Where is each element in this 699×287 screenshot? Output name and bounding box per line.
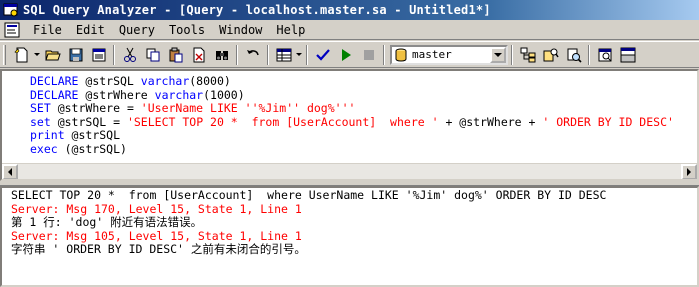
editor-horizontal-scrollbar[interactable] xyxy=(2,163,697,179)
toolbar: master xyxy=(0,41,699,68)
cut-icon[interactable] xyxy=(118,44,141,66)
sql-keyword: set xyxy=(30,114,58,129)
editor-line[interactable]: SET @strWhere = 'UserName LIKE ''%Jim'' … xyxy=(30,101,674,116)
messages-text: SELECT TOP 20 * from [UserAccount] where… xyxy=(11,188,607,257)
scrollbar-track[interactable] xyxy=(18,164,681,179)
object-search-icon[interactable] xyxy=(539,44,562,66)
save-icon[interactable] xyxy=(64,44,87,66)
message-line: 字符串 ' ORDER BY ID DESC' 之前有未闭合的引号。 xyxy=(11,242,306,257)
sql-keyword: exec xyxy=(30,141,65,156)
properties-icon[interactable] xyxy=(593,44,616,66)
database-icon xyxy=(395,48,407,62)
editor-line[interactable]: DECLARE @strSQL varchar(8000) xyxy=(30,74,674,89)
new-query-dropdown-arrow[interactable] xyxy=(33,44,41,66)
sql-text: @strSQL xyxy=(71,128,121,143)
results-pane[interactable]: SELECT TOP 20 * from [UserAccount] where… xyxy=(0,186,699,287)
message-line: SELECT TOP 20 * from [UserAccount] where… xyxy=(11,188,607,202)
sql-string: 'UserName LIKE ''%Jim'' dog%''' xyxy=(140,101,356,116)
execution-plan-icon[interactable] xyxy=(562,44,585,66)
menu-window[interactable]: Window xyxy=(212,21,269,39)
menu-query[interactable]: Query xyxy=(112,21,162,39)
document-window-icon[interactable] xyxy=(4,22,20,38)
editor-line[interactable]: set @strSQL = 'SELECT TOP 20 * from [Use… xyxy=(30,114,674,130)
execute-icon[interactable] xyxy=(334,44,357,66)
toolbar-separator xyxy=(588,44,590,65)
menu-edit[interactable]: Edit xyxy=(69,21,112,39)
sql-keyword: DECLARE xyxy=(30,87,86,102)
sql-text: @strWhere = xyxy=(57,101,141,116)
results-mode-icon[interactable] xyxy=(272,44,295,66)
menu-file[interactable]: File xyxy=(26,21,69,39)
sql-text: + @strWhere + xyxy=(438,114,543,129)
editor-line[interactable]: DECLARE @strWhere varchar(1000) xyxy=(30,87,674,103)
new-query-icon[interactable] xyxy=(10,44,33,66)
database-select-arrow[interactable] xyxy=(490,46,506,63)
copy-icon[interactable] xyxy=(141,44,164,66)
query-analyzer-app-icon[interactable] xyxy=(3,2,19,18)
sql-keyword: print xyxy=(30,128,72,143)
sql-keyword: varchar xyxy=(140,74,190,88)
sql-string: 'SELECT TOP 20 * from [UserAccount] wher… xyxy=(126,114,439,129)
toolbar-separator xyxy=(511,44,513,65)
sql-text: @strWhere xyxy=(85,87,155,102)
error-header-line: Server: Msg 105, Level 15, State 1, Line… xyxy=(11,228,302,243)
sql-keyword: varchar xyxy=(154,87,204,102)
insert-template-icon[interactable] xyxy=(87,44,110,66)
scroll-right-button[interactable] xyxy=(681,164,697,179)
query-text[interactable]: DECLARE @strSQL varchar(8000) DECLARE @st… xyxy=(30,74,674,157)
stop-icon[interactable] xyxy=(357,44,380,66)
query-editor[interactable]: DECLARE @strSQL varchar(8000) DECLARE @st… xyxy=(0,69,699,181)
error-header-line: Server: Msg 170, Level 15, State 1, Line… xyxy=(11,201,302,216)
message-line: 第 1 行: 'dog' 附近有语法错误。 xyxy=(11,215,203,230)
editor-line[interactable]: print @strSQL xyxy=(30,129,674,143)
title-bar: SQL Query Analyzer - [Query - localhost.… xyxy=(0,0,699,20)
open-icon[interactable] xyxy=(41,44,64,66)
sql-keyword: SET xyxy=(30,101,58,116)
sql-text: (1000) xyxy=(203,87,245,102)
menu-help[interactable]: Help xyxy=(269,21,312,39)
sql-text: @strSQL = xyxy=(57,114,127,129)
toolbar-separator xyxy=(383,44,385,65)
toolbar-separator xyxy=(113,44,115,65)
toolbar-grip[interactable] xyxy=(3,44,6,65)
database-select[interactable]: master xyxy=(390,44,508,65)
toolbar-separator xyxy=(267,44,269,65)
window-title: SQL Query Analyzer - [Query - localhost.… xyxy=(23,3,491,17)
find-icon[interactable] xyxy=(210,44,233,66)
parse-icon[interactable] xyxy=(311,44,334,66)
sql-text: (8000) xyxy=(189,74,231,88)
clear-icon[interactable] xyxy=(187,44,210,66)
results-pane-icon[interactable] xyxy=(616,44,639,66)
results-mode-dropdown-arrow[interactable] xyxy=(295,44,303,66)
sql-string: ' ORDER BY ID DESC' xyxy=(542,114,674,129)
menu-bar: File Edit Query Tools Window Help xyxy=(0,20,699,40)
scroll-left-button[interactable] xyxy=(2,164,18,179)
undo-icon[interactable] xyxy=(241,44,264,66)
editor-line[interactable]: exec (@strSQL) xyxy=(30,141,674,157)
sql-text: (@strSQL) xyxy=(64,141,127,156)
object-browser-icon[interactable] xyxy=(516,44,539,66)
database-select-value: master xyxy=(412,48,452,61)
sql-text: @strSQL xyxy=(85,74,141,88)
menu-tools[interactable]: Tools xyxy=(162,21,212,39)
sql-keyword: DECLARE xyxy=(30,74,86,88)
toolbar-separator xyxy=(306,44,308,65)
toolbar-separator xyxy=(236,44,238,65)
paste-icon[interactable] xyxy=(164,44,187,66)
